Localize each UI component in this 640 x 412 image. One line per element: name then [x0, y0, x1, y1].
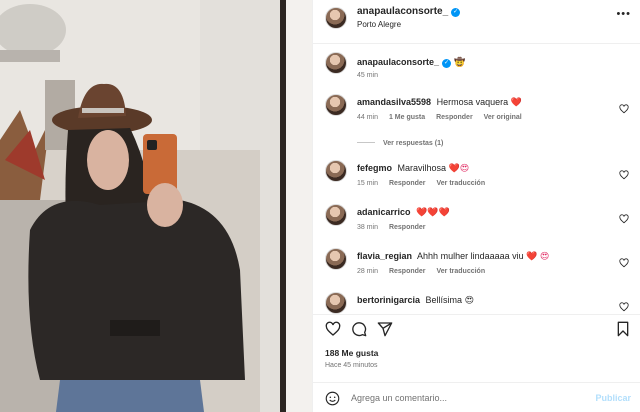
comment-time: 38 min [357, 224, 379, 231]
caption-text: 🤠 [454, 57, 466, 67]
comment-emoji: ❤️❤️❤️ [416, 207, 450, 217]
comment-item: adanicarrico ❤️❤️❤️ 38 min Responder [325, 204, 637, 244]
comment-time: 15 min [357, 180, 379, 187]
verified-badge-icon: ✓ [442, 59, 452, 68]
comments-list[interactable]: anapaulaconsorte_ ✓ 🤠 45 min amandasilva55… [313, 44, 640, 314]
comment-icon[interactable] [351, 321, 367, 337]
comment-emoji: ❤️ [510, 97, 522, 107]
heart-icon[interactable] [619, 299, 629, 312]
reply-button[interactable]: Responder [436, 114, 473, 121]
comment-item: bertorinigarcia Bellísima 😍 [325, 292, 637, 314]
commenter-avatar[interactable] [325, 160, 347, 182]
comment-emoji: ❤️ 😍 [526, 251, 550, 261]
comment-time: 28 min [357, 268, 379, 275]
heart-icon[interactable] [619, 101, 629, 114]
comment-input[interactable] [351, 390, 581, 406]
commenter-avatar[interactable] [325, 292, 347, 314]
comment-username[interactable]: amandasilva5598 [357, 97, 431, 107]
reply-button[interactable]: Responder [389, 180, 426, 187]
comment-username[interactable]: bertorinigarcia [357, 295, 420, 305]
post-side-panel: anapaulaconsorte_ ✓ Porto Alegre ••• anap… [312, 0, 640, 412]
comment-username[interactable]: fefegmo [357, 163, 392, 173]
author-avatar[interactable] [325, 7, 347, 29]
see-translation-button[interactable]: Ver traducción [436, 268, 485, 275]
post-caption: anapaulaconsorte_ ✓ 🤠 45 min [325, 50, 625, 80]
commenter-avatar[interactable] [325, 204, 347, 226]
caption-username[interactable]: anapaulaconsorte_ [357, 57, 439, 67]
comment-text: Bellísima [425, 295, 463, 305]
caption-time: 45 min [357, 72, 379, 79]
heart-icon[interactable] [619, 167, 629, 180]
comment-text: Ahhh mulher lindaaaaa viu [417, 251, 524, 261]
post-photo[interactable] [0, 0, 312, 412]
publish-button[interactable]: Publicar [595, 393, 631, 403]
emoji-smile-icon[interactable] [325, 391, 340, 406]
comment-text: Hermosa vaquera [436, 97, 509, 107]
add-comment-bar: Publicar [313, 382, 640, 412]
heart-icon[interactable] [325, 321, 341, 337]
comment-emoji: 😍 [464, 295, 474, 305]
comment-time: 44 min [357, 114, 379, 121]
mirror-selfie-image [0, 0, 312, 412]
caption-avatar[interactable] [325, 52, 347, 74]
comment-item: fefegmo Maravilhosa ❤️😍 15 min Responder… [325, 160, 637, 200]
post-location[interactable]: Porto Alegre [357, 20, 401, 29]
more-options-icon[interactable]: ••• [616, 8, 631, 20]
comment-username[interactable]: adanicarrico [357, 207, 411, 217]
post-actions-bar [313, 314, 640, 344]
comment-likes[interactable]: 1 Me gusta [389, 114, 425, 121]
post-header: anapaulaconsorte_ ✓ Porto Alegre ••• [313, 0, 640, 44]
post-timestamp: Hace 45 minutos [325, 362, 378, 369]
comment-item: flavia_regian Ahhh mulher lindaaaaa viu … [325, 248, 637, 288]
reply-button[interactable]: Responder [389, 224, 426, 231]
verified-badge-icon: ✓ [451, 8, 461, 17]
share-icon[interactable] [377, 321, 393, 337]
commenter-avatar[interactable] [325, 94, 347, 116]
comment-emoji: ❤️😍 [448, 163, 470, 173]
reply-button[interactable]: Responder [389, 268, 426, 275]
heart-icon[interactable] [619, 255, 629, 268]
comment-username[interactable]: flavia_regian [357, 251, 412, 261]
view-replies-button[interactable]: Ver respuestas (1) [357, 140, 443, 147]
see-translation-button[interactable]: Ver traducción [436, 180, 485, 187]
comment-item: amandasilva5598 Hermosa vaquera ❤️ 44 mi… [325, 94, 637, 134]
see-original-button[interactable]: Ver original [484, 114, 522, 121]
bookmark-icon[interactable] [615, 321, 631, 337]
author-username[interactable]: anapaulaconsorte_ [357, 6, 448, 17]
heart-icon[interactable] [619, 211, 629, 224]
commenter-avatar[interactable] [325, 248, 347, 270]
comment-text: Maravilhosa [397, 163, 447, 173]
likes-count[interactable]: 188 Me gusta [325, 348, 378, 358]
